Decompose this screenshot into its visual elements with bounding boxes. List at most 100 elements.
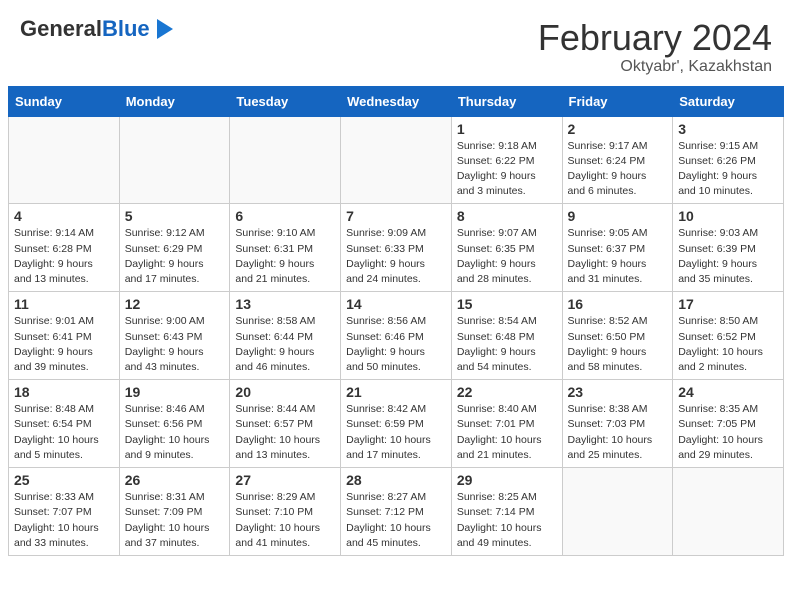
cell-1-5: 9 Sunrise: 9:05 AM Sunset: 6:37 PM Daylig… [562, 204, 673, 292]
cell-4-1: 26Sunrise: 8:31 AM Sunset: 7:09 PM Dayli… [119, 468, 230, 556]
logo-text: GeneralBlue [20, 18, 173, 44]
day-info-5: Sunrise: 9:12 AM Sunset: 6:29 PM Dayligh… [125, 226, 225, 287]
cell-4-4: 29 Sunrise: 8:25 AM Sunset: 7:14 PM Dayli… [451, 468, 562, 556]
cell-2-6: 17 Sunrise: 8:50 AM Sunset: 6:52 PM Dayli… [673, 292, 784, 380]
cell-4-3: 28Sunrise: 8:27 AM Sunset: 7:12 PM Dayli… [341, 468, 452, 556]
day-info-25: Sunrise: 8:33 AM Sunset: 7:07 PM Dayligh… [14, 490, 114, 551]
week-row-0: 1 Sunrise: 9:18 AM Sunset: 6:22 PM Daylig… [9, 116, 784, 204]
day-info-14: Sunrise: 8:56 AM Sunset: 6:46 PM Dayligh… [346, 314, 446, 375]
day-number-2: 2 [568, 121, 668, 137]
cell-3-1: 19 Sunrise: 8:46 AM Sunset: 6:56 PM Dayli… [119, 380, 230, 468]
cell-4-2: 27 Sunrise: 8:29 AM Sunset: 7:10 PM Dayli… [230, 468, 341, 556]
day-number-10: 10 [678, 208, 778, 224]
day-number-11: 11 [14, 296, 114, 312]
day-info-7: Sunrise: 9:09 AM Sunset: 6:33 PM Dayligh… [346, 226, 446, 287]
day-number-21: 21 [346, 384, 446, 400]
day-number-9: 9 [568, 208, 668, 224]
cell-0-0 [9, 116, 120, 204]
header-thursday: Thursday [451, 86, 562, 116]
cell-1-4: 8Sunrise: 9:07 AM Sunset: 6:35 PM Daylig… [451, 204, 562, 292]
day-number-24: 24 [678, 384, 778, 400]
logo: GeneralBlue [20, 18, 173, 44]
day-number-14: 14 [346, 296, 446, 312]
header-monday: Monday [119, 86, 230, 116]
day-number-15: 15 [457, 296, 557, 312]
day-info-23: Sunrise: 8:38 AM Sunset: 7:03 PM Dayligh… [568, 402, 668, 463]
day-number-13: 13 [235, 296, 335, 312]
calendar-table: Sunday Monday Tuesday Wednesday Thursday… [8, 86, 784, 556]
header-friday: Friday [562, 86, 673, 116]
day-info-12: Sunrise: 9:00 AM Sunset: 6:43 PM Dayligh… [125, 314, 225, 375]
header-row: Sunday Monday Tuesday Wednesday Thursday… [9, 86, 784, 116]
title-block: February 2024 Oktyabr', Kazakhstan [538, 18, 772, 76]
cell-3-6: 24 Sunrise: 8:35 AM Sunset: 7:05 PM Dayli… [673, 380, 784, 468]
week-row-2: 11 Sunrise: 9:01 AM Sunset: 6:41 PM Dayli… [9, 292, 784, 380]
day-number-3: 3 [678, 121, 778, 137]
cell-0-4: 1 Sunrise: 9:18 AM Sunset: 6:22 PM Daylig… [451, 116, 562, 204]
cell-2-3: 14 Sunrise: 8:56 AM Sunset: 6:46 PM Dayli… [341, 292, 452, 380]
week-row-3: 18 Sunrise: 8:48 AM Sunset: 6:54 PM Dayli… [9, 380, 784, 468]
day-info-21: Sunrise: 8:42 AM Sunset: 6:59 PM Dayligh… [346, 402, 446, 463]
cell-4-5 [562, 468, 673, 556]
day-number-25: 25 [14, 472, 114, 488]
day-info-27: Sunrise: 8:29 AM Sunset: 7:10 PM Dayligh… [235, 490, 335, 551]
cell-1-6: 10 Sunrise: 9:03 AM Sunset: 6:39 PM Dayli… [673, 204, 784, 292]
day-info-10: Sunrise: 9:03 AM Sunset: 6:39 PM Dayligh… [678, 226, 778, 287]
cell-1-0: 4Sunrise: 9:14 AM Sunset: 6:28 PM Daylig… [9, 204, 120, 292]
day-info-18: Sunrise: 8:48 AM Sunset: 6:54 PM Dayligh… [14, 402, 114, 463]
day-number-27: 27 [235, 472, 335, 488]
day-number-19: 19 [125, 384, 225, 400]
day-number-4: 4 [14, 208, 114, 224]
cell-2-4: 15Sunrise: 8:54 AM Sunset: 6:48 PM Dayli… [451, 292, 562, 380]
cell-3-3: 21 Sunrise: 8:42 AM Sunset: 6:59 PM Dayli… [341, 380, 452, 468]
day-number-1: 1 [457, 121, 557, 137]
cell-4-0: 25 Sunrise: 8:33 AM Sunset: 7:07 PM Dayli… [9, 468, 120, 556]
week-row-1: 4Sunrise: 9:14 AM Sunset: 6:28 PM Daylig… [9, 204, 784, 292]
day-number-7: 7 [346, 208, 446, 224]
header: GeneralBlue February 2024 Oktyabr', Kaza… [0, 0, 792, 86]
day-number-23: 23 [568, 384, 668, 400]
day-number-20: 20 [235, 384, 335, 400]
calendar-header: Sunday Monday Tuesday Wednesday Thursday… [9, 86, 784, 116]
cell-1-2: 6Sunrise: 9:10 AM Sunset: 6:31 PM Daylig… [230, 204, 341, 292]
day-info-29: Sunrise: 8:25 AM Sunset: 7:14 PM Dayligh… [457, 490, 557, 551]
cell-2-1: 12 Sunrise: 9:00 AM Sunset: 6:43 PM Dayli… [119, 292, 230, 380]
cell-3-5: 23 Sunrise: 8:38 AM Sunset: 7:03 PM Dayli… [562, 380, 673, 468]
day-info-28: Sunrise: 8:27 AM Sunset: 7:12 PM Dayligh… [346, 490, 446, 551]
day-info-20: Sunrise: 8:44 AM Sunset: 6:57 PM Dayligh… [235, 402, 335, 463]
logo-blue-text: Blue [102, 16, 150, 41]
day-info-9: Sunrise: 9:05 AM Sunset: 6:37 PM Dayligh… [568, 226, 668, 287]
day-number-29: 29 [457, 472, 557, 488]
day-number-17: 17 [678, 296, 778, 312]
cell-0-1 [119, 116, 230, 204]
cell-4-6 [673, 468, 784, 556]
cell-1-1: 5 Sunrise: 9:12 AM Sunset: 6:29 PM Daylig… [119, 204, 230, 292]
day-info-19: Sunrise: 8:46 AM Sunset: 6:56 PM Dayligh… [125, 402, 225, 463]
day-info-24: Sunrise: 8:35 AM Sunset: 7:05 PM Dayligh… [678, 402, 778, 463]
logo-triangle-icon [157, 19, 173, 44]
day-number-22: 22 [457, 384, 557, 400]
day-info-17: Sunrise: 8:50 AM Sunset: 6:52 PM Dayligh… [678, 314, 778, 375]
cell-0-5: 2Sunrise: 9:17 AM Sunset: 6:24 PM Daylig… [562, 116, 673, 204]
header-sunday: Sunday [9, 86, 120, 116]
header-tuesday: Tuesday [230, 86, 341, 116]
cell-3-2: 20 Sunrise: 8:44 AM Sunset: 6:57 PM Dayli… [230, 380, 341, 468]
cell-2-5: 16Sunrise: 8:52 AM Sunset: 6:50 PM Dayli… [562, 292, 673, 380]
day-info-26: Sunrise: 8:31 AM Sunset: 7:09 PM Dayligh… [125, 490, 225, 551]
day-number-5: 5 [125, 208, 225, 224]
cell-0-2 [230, 116, 341, 204]
month-year: February 2024 [538, 18, 772, 58]
cell-1-3: 7 Sunrise: 9:09 AM Sunset: 6:33 PM Daylig… [341, 204, 452, 292]
cell-3-0: 18 Sunrise: 8:48 AM Sunset: 6:54 PM Dayli… [9, 380, 120, 468]
day-info-22: Sunrise: 8:40 AM Sunset: 7:01 PM Dayligh… [457, 402, 557, 463]
header-wednesday: Wednesday [341, 86, 452, 116]
day-info-11: Sunrise: 9:01 AM Sunset: 6:41 PM Dayligh… [14, 314, 114, 375]
day-number-18: 18 [14, 384, 114, 400]
location: Oktyabr', Kazakhstan [538, 58, 772, 76]
day-number-12: 12 [125, 296, 225, 312]
day-info-3: Sunrise: 9:15 AM Sunset: 6:26 PM Dayligh… [678, 139, 778, 200]
logo-general-text: General [20, 16, 102, 41]
day-info-1: Sunrise: 9:18 AM Sunset: 6:22 PM Dayligh… [457, 139, 557, 200]
day-number-16: 16 [568, 296, 668, 312]
cell-0-6: 3 Sunrise: 9:15 AM Sunset: 6:26 PM Daylig… [673, 116, 784, 204]
